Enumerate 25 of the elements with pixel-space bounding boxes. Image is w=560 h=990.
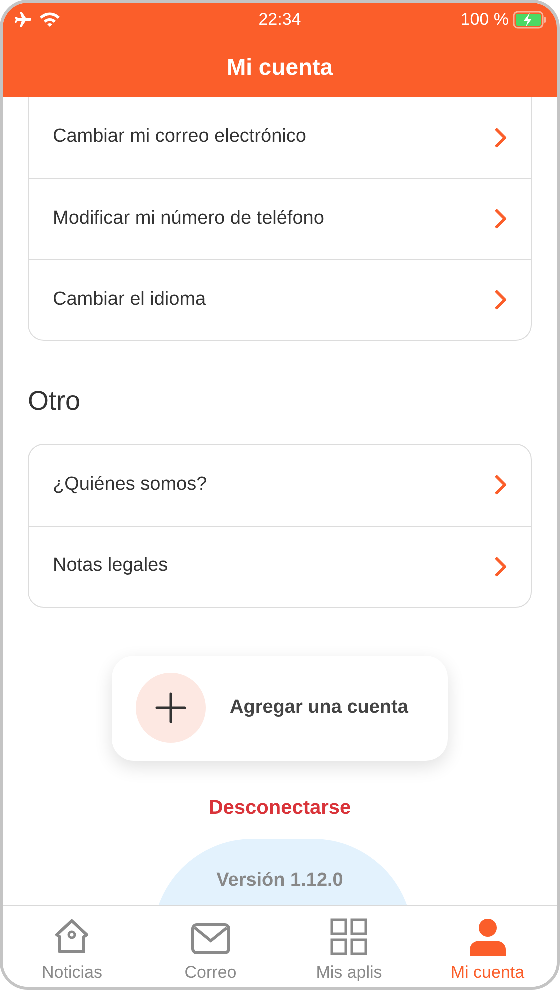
battery-charging-icon xyxy=(513,11,547,29)
settings-row[interactable]: ¿Quiénes somos? xyxy=(29,444,531,526)
screen-title: Mi cuenta xyxy=(226,52,334,82)
add-account-button[interactable]: Agregar una cuenta xyxy=(112,656,448,760)
chevron-right-icon xyxy=(495,475,507,495)
chevron-right-icon xyxy=(495,128,507,148)
settings-row[interactable]: Cambiar mi correo electrónico xyxy=(29,97,531,178)
house-icon xyxy=(53,918,92,956)
chevron-right-icon xyxy=(495,209,507,229)
airplane-icon xyxy=(13,12,31,28)
settings-row[interactable]: Cambiar el idioma xyxy=(29,259,531,340)
plus-icon xyxy=(136,673,206,743)
battery-percentage: 100 % xyxy=(460,9,509,32)
grid-icon xyxy=(330,918,368,956)
section-heading: Otro xyxy=(28,386,81,416)
settings-row[interactable]: Notas legales xyxy=(29,526,531,606)
status-time: 22:34 xyxy=(258,9,302,32)
logout-link[interactable]: Desconectarse xyxy=(208,792,352,822)
mail-icon xyxy=(190,922,231,956)
person-icon xyxy=(468,918,507,956)
wifi-icon xyxy=(39,12,61,28)
chevron-right-icon xyxy=(495,556,507,576)
chevron-right-icon xyxy=(495,290,507,310)
version-label: Versión 1.12.0 xyxy=(216,869,344,893)
settings-row[interactable]: Modificar mi número de teléfono xyxy=(29,178,531,259)
